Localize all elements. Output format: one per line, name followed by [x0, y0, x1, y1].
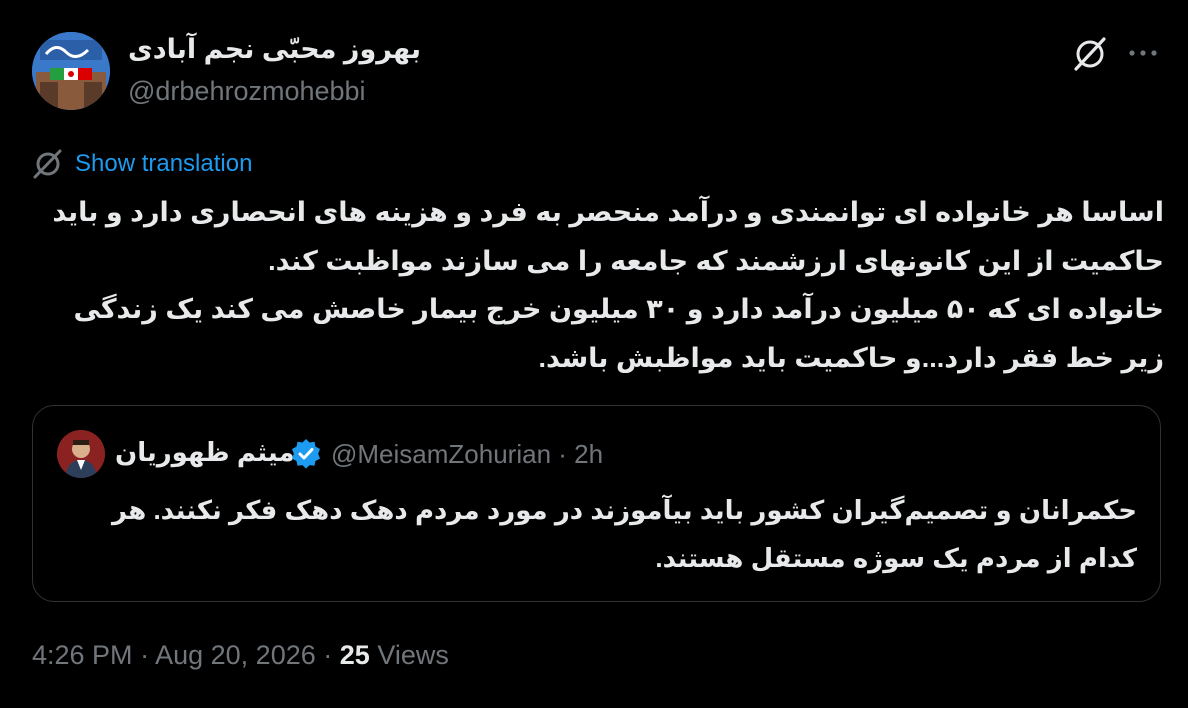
tweet-text: اساسا هر خانواده ای توانمندی و درآمد منح…	[52, 197, 1164, 373]
post-time[interactable]: 4:26 PM	[32, 640, 133, 670]
footer-separator: ·	[323, 640, 333, 670]
author-avatar[interactable]	[32, 32, 110, 110]
views-count: 25	[339, 640, 370, 670]
grok-icon[interactable]	[1072, 36, 1108, 72]
quote-timestamp[interactable]: 2h	[574, 439, 603, 469]
more-icon[interactable]	[1124, 38, 1164, 68]
quote-meta: @MeisamZohurian · 2h	[331, 439, 603, 470]
tweet-footer: 4:26 PM · Aug 20, 2026 · 25 Views	[32, 640, 449, 671]
quote-author-handle[interactable]: @MeisamZohurian	[331, 439, 551, 469]
author-display-name[interactable]: بهروز محبّی نجم آبادی	[128, 34, 421, 65]
author-handle[interactable]: @drbehrozmohebbi	[128, 76, 366, 107]
quote-author-avatar[interactable]	[57, 430, 105, 478]
views-label: Views	[377, 640, 449, 670]
translate-icon	[32, 148, 64, 180]
post-date[interactable]: Aug 20, 2026	[155, 640, 316, 670]
quoted-tweet-text: حکمرانان و تصمیم‌گیران کشور باید بیآموزن…	[104, 495, 1137, 573]
verified-badge-icon	[289, 437, 323, 471]
translation-row[interactable]: Show translation	[32, 146, 252, 182]
quote-author-display-name[interactable]: میثم ظهوریان	[115, 437, 295, 468]
footer-separator: ·	[140, 640, 150, 670]
show-translation-link[interactable]: Show translation	[75, 150, 252, 178]
quoted-tweet-card[interactable]: میثم ظهوریان @MeisamZohurian · 2h حکمران…	[32, 405, 1161, 602]
quote-separator: ·	[558, 439, 567, 469]
